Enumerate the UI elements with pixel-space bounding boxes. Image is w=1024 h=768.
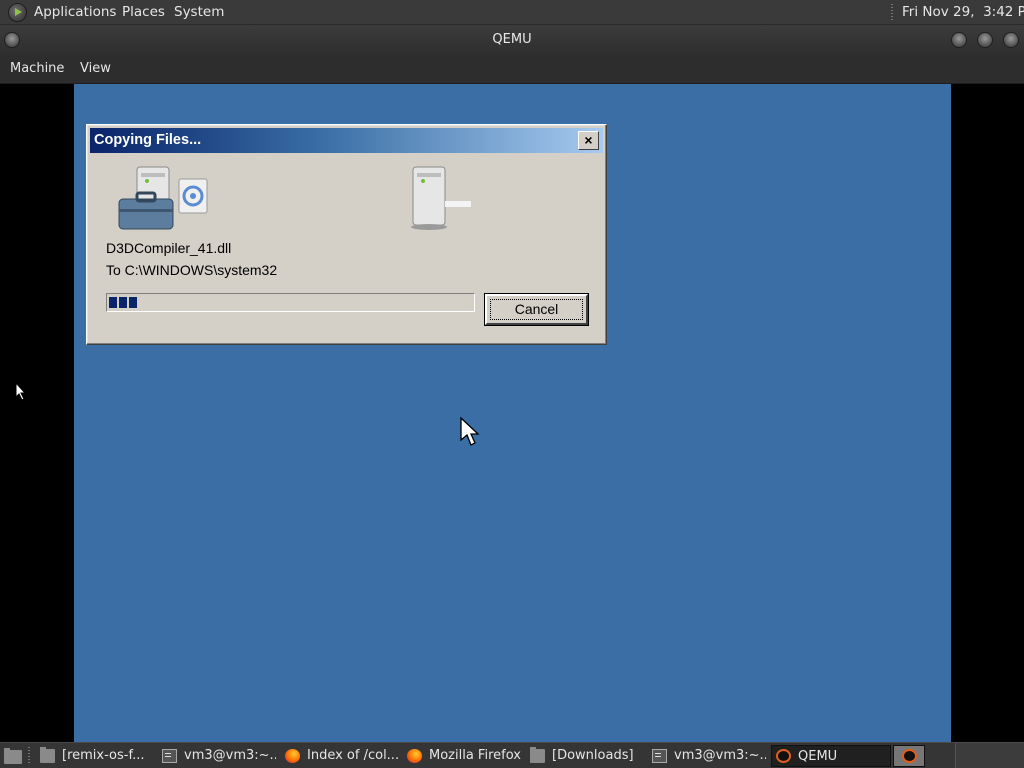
window-title: QEMU: [492, 32, 532, 47]
progress-block: [119, 297, 127, 308]
terminal-icon: [162, 749, 177, 763]
taskbar-item-label: QEMU: [798, 749, 838, 764]
dialog-titlebar[interactable]: Copying Files... ×: [90, 128, 603, 153]
applications-menu[interactable]: Applications: [34, 0, 116, 25]
window-titlebar[interactable]: QEMU: [0, 25, 1024, 55]
maximize-icon[interactable]: [977, 32, 993, 48]
panel-separator: [891, 4, 893, 21]
dialog-close-button[interactable]: ×: [578, 131, 599, 150]
folder-icon: [530, 747, 545, 763]
places-menu[interactable]: Places: [122, 0, 165, 25]
taskbar-item-active[interactable]: QEMU: [771, 745, 891, 767]
taskbar-item-label: [Downloads]: [552, 748, 634, 763]
progress-block: [129, 297, 137, 308]
taskbar-item[interactable]: [remix-os-f...: [40, 745, 152, 767]
progress-block: [109, 297, 117, 308]
taskbar-item[interactable]: vm3@vm3:~...: [652, 745, 766, 767]
taskbar-item[interactable]: [Downloads]: [530, 745, 642, 767]
cancel-button[interactable]: Cancel: [485, 294, 588, 325]
workspace-switcher[interactable]: [955, 743, 1024, 768]
copying-files-dialog: Copying Files... × D3DCompiler_41.dll To…: [86, 124, 607, 345]
close-icon[interactable]: [1003, 32, 1019, 48]
taskbar-item-label: Index of /col...: [307, 748, 399, 763]
copy-progress-bar: [106, 293, 475, 312]
destination-label: To C:\WINDOWS\system32: [106, 262, 278, 278]
clock[interactable]: Fri Nov 29, 3:42 PM: [902, 0, 1024, 25]
top-panel: Applications Places System Fri Nov 29, 3…: [0, 0, 1024, 25]
qemu-icon: [902, 749, 917, 763]
qemu-icon: [776, 749, 791, 763]
show-desktop-button[interactable]: [2, 746, 24, 768]
show-desktop-icon: [4, 748, 22, 764]
firefox-icon: [407, 749, 422, 763]
menu-machine[interactable]: Machine: [10, 55, 64, 83]
applications-icon[interactable]: [8, 3, 27, 22]
system-menu[interactable]: System: [174, 0, 224, 25]
taskbar-item-label: Mozilla Firefox: [429, 748, 521, 763]
guest-cursor-icon: [460, 416, 480, 446]
dialog-title: Copying Files...: [94, 132, 202, 148]
host-cursor-icon: [15, 382, 27, 401]
taskbar-item[interactable]: Mozilla Firefox: [407, 745, 523, 767]
menubar: Machine View: [0, 55, 1024, 84]
filename-label: D3DCompiler_41.dll: [106, 240, 232, 256]
taskbar: [remix-os-f... vm3@vm3:~... Index of /co…: [0, 742, 1024, 768]
destination-computer-icon: [411, 166, 471, 230]
menu-view[interactable]: View: [80, 55, 111, 83]
folder-icon: [40, 747, 55, 763]
taskbar-item-label: vm3@vm3:~...: [674, 748, 766, 763]
terminal-icon: [652, 749, 667, 763]
taskbar-separator: [28, 747, 30, 765]
source-computer-icon: [118, 166, 208, 230]
workspace-button[interactable]: [893, 745, 925, 767]
minimize-icon[interactable]: [951, 32, 967, 48]
taskbar-item-label: [remix-os-f...: [62, 748, 145, 763]
taskbar-item[interactable]: vm3@vm3:~...: [162, 745, 276, 767]
taskbar-item[interactable]: Index of /col...: [285, 745, 399, 767]
taskbar-item-label: vm3@vm3:~...: [184, 748, 276, 763]
focus-ring: [490, 299, 583, 320]
firefox-icon: [285, 749, 300, 763]
